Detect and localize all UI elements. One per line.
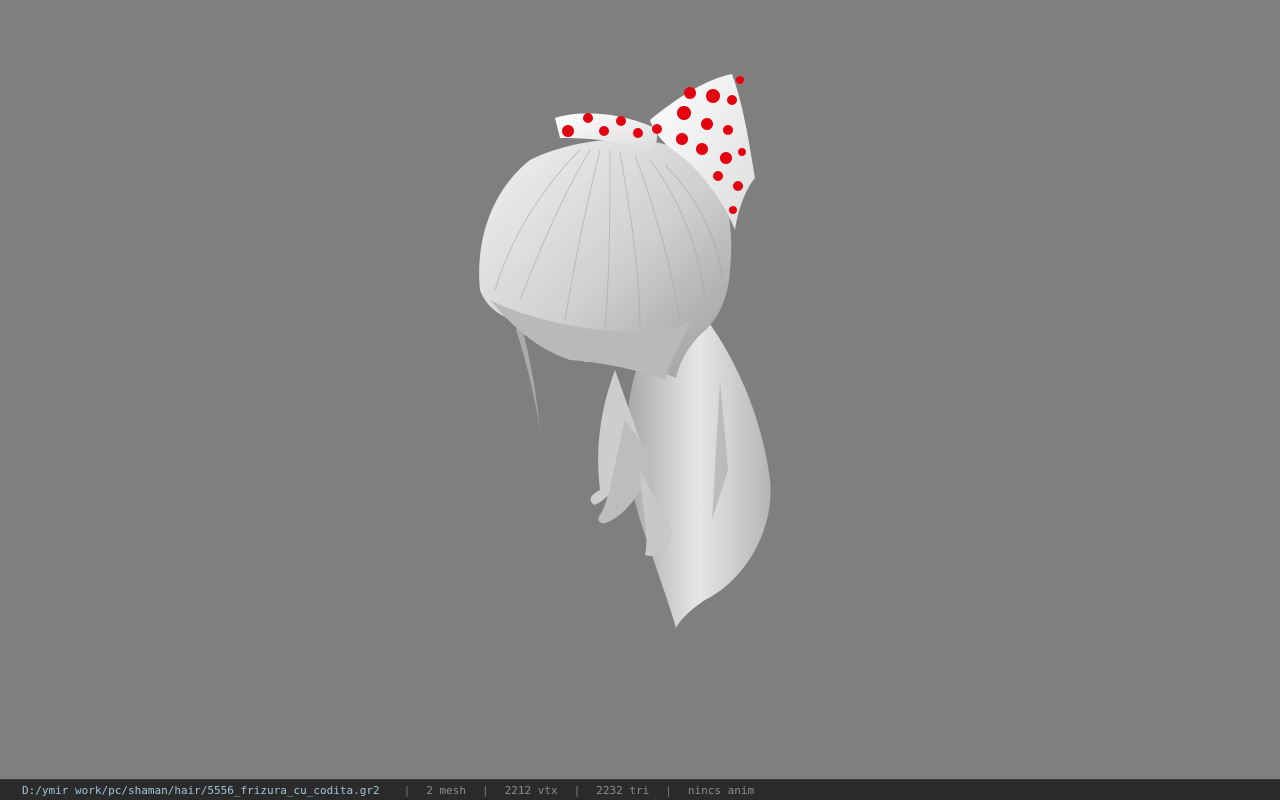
vertex-count: 2212 vtx — [504, 783, 558, 797]
hair-model-render — [479, 74, 771, 628]
separator: | — [573, 783, 581, 797]
3d-viewport[interactable] — [0, 0, 1280, 779]
separator: | — [403, 783, 411, 797]
mesh-count: 2 mesh — [426, 783, 466, 797]
status-bar: D:/ymir work/pc/shaman/hair/5556_frizura… — [0, 779, 1280, 800]
separator: | — [482, 783, 489, 797]
triangle-count: 2232 tri — [596, 783, 650, 797]
separator: | — [665, 783, 672, 797]
file-path: D:/ymir work/pc/shaman/hair/5556_frizura… — [22, 783, 380, 797]
animation-status: nincs anim — [687, 783, 755, 797]
